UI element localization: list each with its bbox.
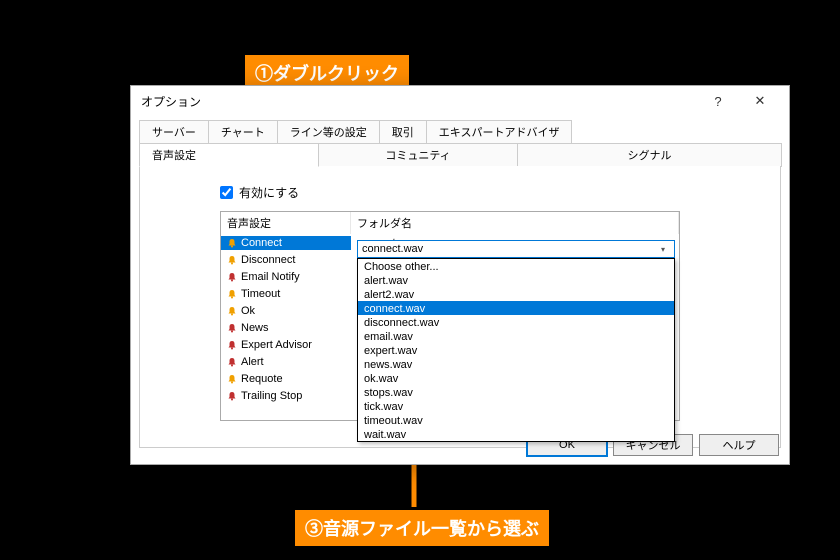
bell-icon xyxy=(227,323,237,333)
dropdown-option[interactable]: Choose other... xyxy=(358,259,674,273)
file-dropdown[interactable]: Choose other...alert.wavalert2.wavconnec… xyxy=(357,258,675,442)
event-name: Ok xyxy=(241,305,255,317)
dropdown-option[interactable]: disconnect.wav xyxy=(358,315,674,329)
dropdown-option[interactable]: tick.wav xyxy=(358,399,674,413)
dropdown-option[interactable]: wait.wav xyxy=(358,427,674,441)
tab-lines[interactable]: ライン等の設定 xyxy=(277,120,380,144)
dropdown-option[interactable]: news.wav xyxy=(358,357,674,371)
annotation-choose-from-list: ③音源ファイル一覧から選ぶ xyxy=(295,510,549,546)
tabs: サーバー チャート ライン等の設定 取引 エキスパートアドバイザ 音声設定 コミ… xyxy=(131,116,789,448)
bell-icon xyxy=(227,238,237,248)
bell-icon xyxy=(227,306,237,316)
tab-signal[interactable]: シグナル xyxy=(517,143,782,167)
event-name: Disconnect xyxy=(241,254,295,266)
dropdown-option[interactable]: ok.wav xyxy=(358,371,674,385)
help-button-bottom[interactable]: ヘルプ xyxy=(699,434,779,456)
dropdown-option[interactable]: stops.wav xyxy=(358,385,674,399)
tab-server[interactable]: サーバー xyxy=(139,120,209,144)
event-name: Expert Advisor xyxy=(241,339,312,351)
tab-community[interactable]: コミュニティ xyxy=(318,143,518,167)
event-name: Email Notify xyxy=(241,271,300,283)
event-name: Trailing Stop xyxy=(241,390,302,402)
tab-trade[interactable]: 取引 xyxy=(379,120,427,144)
close-button[interactable]: ✕ xyxy=(739,87,781,115)
titlebar: オプション ? ✕ xyxy=(131,86,789,116)
sound-table: 音声設定 フォルダ名 Connect connect.wav Disconnect E… xyxy=(220,211,680,421)
enable-checkbox[interactable] xyxy=(220,186,233,199)
bell-icon xyxy=(227,289,237,299)
event-name: Alert xyxy=(241,356,264,368)
col-event: 音声設定 xyxy=(221,212,351,234)
bell-icon xyxy=(227,357,237,367)
bell-icon xyxy=(227,255,237,265)
dropdown-option[interactable]: alert2.wav xyxy=(358,287,674,301)
bell-icon xyxy=(227,374,237,384)
dropdown-option[interactable]: timeout.wav xyxy=(358,413,674,427)
bell-icon xyxy=(227,272,237,282)
tab-sound[interactable]: 音声設定 xyxy=(139,143,319,167)
bell-icon xyxy=(227,391,237,401)
dropdown-option[interactable]: expert.wav xyxy=(358,343,674,357)
help-button[interactable]: ? xyxy=(697,87,739,115)
options-dialog: オプション ? ✕ サーバー チャート ライン等の設定 取引 エキスパートアドバ… xyxy=(130,85,790,465)
file-combobox[interactable]: connect.wav ▾ xyxy=(357,240,675,258)
event-name: Timeout xyxy=(241,288,280,300)
dropdown-option[interactable]: email.wav xyxy=(358,329,674,343)
enable-checkbox-row[interactable]: 有効にする xyxy=(220,184,750,201)
dialog-title: オプション xyxy=(141,93,697,110)
tab-content: 有効にする 音声設定 フォルダ名 Connect connect.wav Disco… xyxy=(139,166,781,448)
bell-icon xyxy=(227,340,237,350)
tab-chart[interactable]: チャート xyxy=(208,120,278,144)
dropdown-option[interactable]: alert.wav xyxy=(358,273,674,287)
event-name: Requote xyxy=(241,373,283,385)
event-name: News xyxy=(241,322,269,334)
dropdown-option[interactable]: connect.wav xyxy=(358,301,674,315)
tab-expert-advisor[interactable]: エキスパートアドバイザ xyxy=(426,120,573,144)
combo-value: connect.wav xyxy=(362,243,423,255)
chevron-down-icon[interactable]: ▾ xyxy=(656,242,670,256)
event-name: Connect xyxy=(241,237,282,249)
enable-label: 有効にする xyxy=(239,184,299,201)
col-file: フォルダ名 xyxy=(351,212,679,234)
